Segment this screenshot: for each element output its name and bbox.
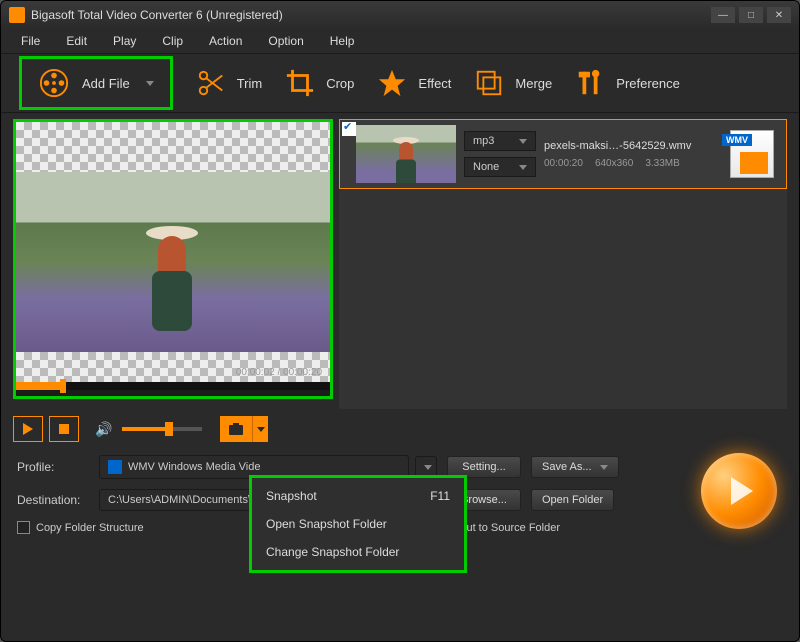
file-thumbnail — [356, 125, 456, 183]
close-button[interactable]: ✕ — [767, 7, 791, 23]
effect-button[interactable]: Effect — [376, 67, 451, 99]
menu-edit[interactable]: Edit — [54, 31, 99, 51]
menu-option[interactable]: Option — [256, 31, 315, 51]
app-window: Bigasoft Total Video Converter 6 (Unregi… — [0, 0, 800, 642]
tools-icon — [574, 67, 606, 99]
snapshot-button[interactable] — [220, 416, 252, 442]
menu-help[interactable]: Help — [318, 31, 367, 51]
snapshot-context-menu: Snapshot F11 Open Snapshot Folder Change… — [249, 475, 467, 573]
minimize-button[interactable]: — — [711, 7, 735, 23]
film-reel-icon — [38, 67, 70, 99]
crop-button[interactable]: Crop — [284, 67, 354, 99]
secondary-dropdown[interactable]: None — [464, 157, 536, 177]
snapshot-dropdown-button[interactable] — [252, 416, 268, 442]
add-file-button[interactable]: Add File — [19, 56, 173, 110]
preference-button[interactable]: Preference — [574, 67, 680, 99]
copy-structure-label: Copy Folder Structure — [36, 522, 144, 534]
file-name: pexels-maksi…-5642529.wmv — [544, 140, 691, 152]
chevron-down-icon — [146, 81, 154, 86]
stop-button[interactable] — [49, 416, 79, 442]
add-file-label: Add File — [82, 76, 130, 91]
file-size: 3.33MB — [645, 158, 679, 169]
titlebar: Bigasoft Total Video Converter 6 (Unregi… — [1, 1, 799, 29]
toolbar: Add File Trim Crop Effect Merge — [1, 53, 799, 113]
destination-label: Destination: — [17, 493, 89, 507]
app-logo-icon — [9, 7, 25, 23]
menu-clip[interactable]: Clip — [150, 31, 195, 51]
ctx-snapshot-shortcut: F11 — [430, 489, 450, 503]
trim-label: Trim — [237, 76, 263, 91]
crop-icon — [284, 67, 316, 99]
maximize-button[interactable]: □ — [739, 7, 763, 23]
wmv-icon — [108, 460, 122, 474]
preview-panel: 00:00:02 / 00:00:20 — [13, 119, 333, 399]
save-as-button[interactable]: Save As... — [531, 456, 619, 478]
copy-structure-checkbox[interactable] — [17, 521, 30, 534]
preview-letterbox-bottom: 00:00:02 / 00:00:20 — [16, 352, 330, 382]
trim-button[interactable]: Trim — [195, 67, 263, 99]
preview-letterbox-top — [16, 122, 330, 172]
seek-bar[interactable] — [16, 382, 330, 390]
preview-timecode: 00:00:02 / 00:00:20 — [236, 367, 322, 378]
merge-icon — [473, 67, 505, 99]
window-title: Bigasoft Total Video Converter 6 (Unregi… — [31, 8, 711, 22]
merge-label: Merge — [515, 76, 552, 91]
player-controls: 🔊 — [1, 413, 799, 445]
convert-button[interactable] — [701, 453, 777, 529]
file-type-icon: WMV — [722, 130, 774, 178]
preview-image[interactable] — [16, 172, 330, 352]
volume-slider[interactable] — [122, 427, 202, 431]
file-row[interactable]: mp3 None pexels-maksi…-5642529.wmv 00:00… — [339, 119, 787, 189]
menubar: File Edit Play Clip Action Option Help — [1, 29, 799, 53]
file-duration: 00:00:20 — [544, 158, 583, 169]
crop-label: Crop — [326, 76, 354, 91]
menu-action[interactable]: Action — [197, 31, 254, 51]
merge-button[interactable]: Merge — [473, 67, 552, 99]
volume-icon[interactable]: 🔊 — [95, 421, 112, 438]
profile-label: Profile: — [17, 460, 89, 474]
effect-label: Effect — [418, 76, 451, 91]
format-dropdown[interactable]: mp3 — [464, 131, 536, 151]
menu-play[interactable]: Play — [101, 31, 148, 51]
file-list: mp3 None pexels-maksi…-5642529.wmv 00:00… — [339, 119, 787, 409]
open-folder-button[interactable]: Open Folder — [531, 489, 614, 511]
preference-label: Preference — [616, 76, 680, 91]
star-icon — [376, 67, 408, 99]
file-resolution: 640x360 — [595, 158, 633, 169]
play-button[interactable] — [13, 416, 43, 442]
scissors-icon — [195, 67, 227, 99]
menu-file[interactable]: File — [9, 31, 52, 51]
file-checkbox[interactable] — [342, 122, 356, 136]
ctx-snapshot[interactable]: Snapshot F11 — [252, 482, 464, 510]
ctx-change-snapshot-folder[interactable]: Change Snapshot Folder — [252, 538, 464, 566]
ctx-open-snapshot-folder[interactable]: Open Snapshot Folder — [252, 510, 464, 538]
